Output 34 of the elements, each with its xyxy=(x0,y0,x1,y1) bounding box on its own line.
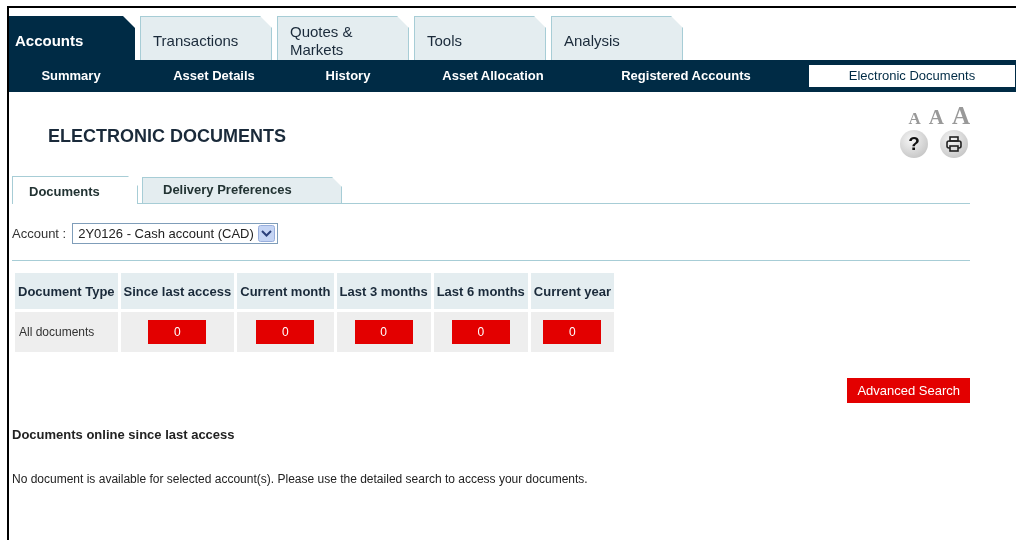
document-tab[interactable]: Documents xyxy=(12,176,138,204)
sub-nav-link[interactable]: Electronic Documents xyxy=(809,65,1015,87)
main-tab[interactable]: Analysis xyxy=(551,16,683,60)
message-text: No document is available for selected account(s). Please use the detailed search to access your documents. xyxy=(12,472,589,486)
main-tab[interactable]: Accounts xyxy=(9,16,135,60)
sub-nav-link[interactable]: Registered Accounts xyxy=(593,65,779,87)
print-button[interactable] xyxy=(940,130,968,158)
advanced-search-button[interactable]: Advanced Search xyxy=(847,378,970,403)
document-tab[interactable]: Delivery Preferences xyxy=(142,177,342,203)
section-title: Documents online since last access xyxy=(12,427,236,442)
page-title: ELECTRONIC DOCUMENTS xyxy=(48,126,286,148)
count-button[interactable]: 0 xyxy=(451,320,510,344)
column-header: Last 3 months xyxy=(336,273,431,312)
column-header: Since last access xyxy=(120,273,235,312)
sub-nav-link[interactable]: Asset Allocation xyxy=(393,65,593,87)
main-tab[interactable]: Transactions xyxy=(140,16,272,60)
column-header: Current month xyxy=(237,273,334,312)
help-button[interactable]: ? xyxy=(900,130,928,158)
account-label: Account : xyxy=(12,225,67,241)
table-cell: All documents xyxy=(15,312,118,352)
sub-nav-link[interactable]: Asset Details xyxy=(125,65,303,87)
sub-nav-link[interactable]: Summary xyxy=(17,65,125,87)
column-header: Document Type xyxy=(15,273,118,312)
sub-nav-link[interactable]: History xyxy=(303,65,393,87)
count-button[interactable]: 0 xyxy=(543,320,602,344)
count-button[interactable]: 0 xyxy=(256,320,315,344)
main-tab[interactable]: Tools xyxy=(414,16,546,60)
column-header: Current year xyxy=(530,273,615,312)
count-button[interactable]: 0 xyxy=(148,320,207,344)
main-tab[interactable]: Quotes & Markets xyxy=(277,16,409,60)
column-header: Last 6 months xyxy=(433,273,528,312)
account-select[interactable]: 2Y0126 - Cash account (CAD) xyxy=(72,222,278,244)
count-button[interactable]: 0 xyxy=(354,320,413,344)
printer-icon xyxy=(945,135,963,153)
